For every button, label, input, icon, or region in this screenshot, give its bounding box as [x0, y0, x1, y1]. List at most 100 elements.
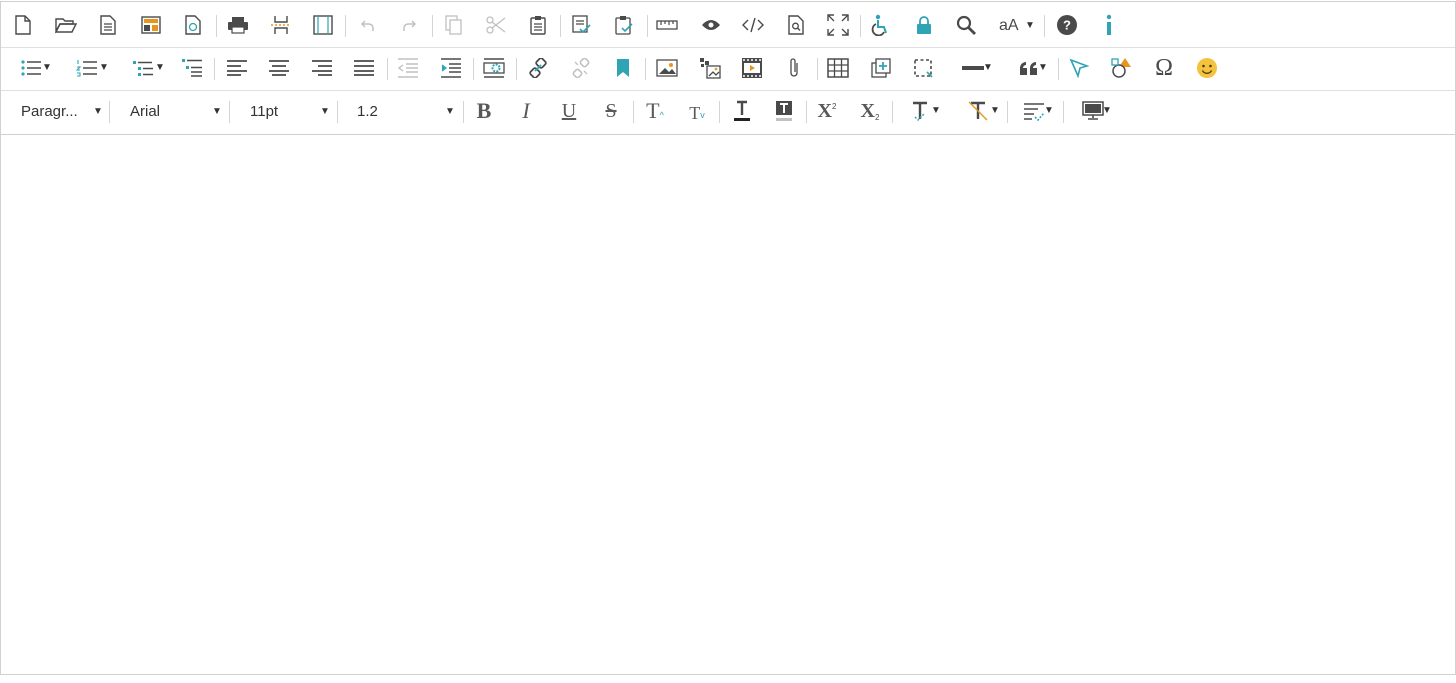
subscript-icon: X: [860, 99, 875, 122]
ruler-icon: [656, 20, 678, 30]
subscript-button[interactable]: X 2: [855, 96, 885, 126]
align-right-icon: [312, 60, 332, 76]
separator: [1044, 15, 1045, 37]
restore-draft-button[interactable]: [178, 10, 208, 40]
select-all-button[interactable]: [908, 53, 938, 83]
link-button[interactable]: [523, 53, 553, 83]
editor-content-area[interactable]: [2, 136, 1454, 674]
chevron-down-icon: ▼: [931, 105, 941, 116]
paste-button[interactable]: [523, 10, 553, 40]
underline-button[interactable]: U: [554, 96, 584, 126]
video-button[interactable]: [737, 53, 767, 83]
accessibility-button[interactable]: [866, 10, 896, 40]
bold-button[interactable]: B: [469, 96, 499, 126]
cut-button[interactable]: [481, 10, 511, 40]
chevron-down-icon: ▼: [1102, 105, 1112, 116]
paste-as-text-button[interactable]: [567, 10, 597, 40]
toolbar-row-2: ▼ ▼ ▼ ▼ ▼ Ω: [1, 47, 1455, 91]
paste-from-word-button[interactable]: [609, 10, 639, 40]
text-style-dropdown[interactable]: ▼: [900, 96, 941, 126]
folder-open-icon: [55, 18, 77, 34]
outline-list-button[interactable]: [177, 53, 207, 83]
page-break-button[interactable]: [266, 10, 296, 40]
document-button[interactable]: [93, 10, 123, 40]
image-gallery-button[interactable]: [695, 53, 725, 83]
template-button[interactable]: [136, 10, 166, 40]
special-character-button[interactable]: Ω: [1149, 53, 1179, 83]
separator: [647, 15, 648, 37]
chevron-down-small-icon: v: [700, 110, 705, 120]
fullscreen-button[interactable]: [823, 10, 853, 40]
info-button[interactable]: [1094, 10, 1124, 40]
format-select[interactable]: Paragr... ▼: [21, 90, 103, 133]
justify-button[interactable]: [349, 53, 379, 83]
lock-button[interactable]: [909, 10, 939, 40]
align-right-button[interactable]: [307, 53, 337, 83]
insert-frame-button[interactable]: [866, 53, 896, 83]
separator: [463, 101, 464, 123]
redo-button[interactable]: [394, 10, 424, 40]
paragraph-style-dropdown[interactable]: ▼: [1014, 96, 1054, 126]
italic-button[interactable]: I: [511, 96, 541, 126]
page-settings-button[interactable]: [479, 53, 509, 83]
attachment-button[interactable]: [779, 53, 809, 83]
indent-button[interactable]: [436, 53, 466, 83]
restore-draft-icon: [185, 15, 201, 35]
numbered-list-dropdown[interactable]: ▼: [65, 53, 109, 83]
help-button[interactable]: ?: [1052, 10, 1082, 40]
separator: [432, 15, 433, 37]
print-button[interactable]: [223, 10, 253, 40]
numbered-list-icon: [76, 60, 97, 77]
undo-button[interactable]: [353, 10, 383, 40]
emoji-icon: [1197, 58, 1217, 78]
text-color-button[interactable]: [727, 96, 757, 126]
clear-format-dropdown[interactable]: ▼: [957, 96, 1000, 126]
superscript-marker: 2: [832, 101, 837, 111]
align-center-button[interactable]: [264, 53, 294, 83]
increase-font-size-icon: T: [646, 98, 660, 123]
select-object-button[interactable]: [1064, 53, 1094, 83]
horizontal-rule-dropdown[interactable]: ▼: [952, 53, 994, 83]
image-button[interactable]: [652, 53, 682, 83]
separator: [560, 15, 561, 37]
table-icon: [827, 58, 849, 78]
new-document-button[interactable]: [8, 10, 38, 40]
superscript-button[interactable]: X 2: [812, 96, 842, 126]
unlink-button[interactable]: [566, 53, 596, 83]
line-height-select[interactable]: 1.2 ▼: [357, 90, 455, 133]
emoji-button[interactable]: [1192, 53, 1222, 83]
decrease-font-size-button[interactable]: T v: [682, 96, 712, 126]
increase-font-size-button[interactable]: T ^: [640, 96, 670, 126]
chevron-down-icon: ▼: [990, 105, 1000, 116]
bookmark-button[interactable]: [608, 53, 638, 83]
table-button[interactable]: [823, 53, 853, 83]
preview-button[interactable]: [696, 10, 726, 40]
source-code-button[interactable]: [738, 10, 768, 40]
page-settings-icon: [483, 58, 505, 78]
page-frame-button[interactable]: [308, 10, 338, 40]
blockquote-dropdown[interactable]: ▼: [1008, 53, 1050, 83]
multilevel-list-dropdown[interactable]: ▼: [121, 53, 165, 83]
shapes-button[interactable]: [1107, 53, 1137, 83]
align-left-button[interactable]: [222, 53, 252, 83]
device-preview-dropdown[interactable]: ▼: [1073, 96, 1113, 126]
copy-button[interactable]: [439, 10, 469, 40]
horizontal-rule-icon: [962, 66, 984, 70]
monitor-icon: [1082, 101, 1104, 120]
bullet-list-dropdown[interactable]: ▼: [10, 53, 52, 83]
fullscreen-icon: [827, 14, 849, 36]
font-family-select[interactable]: Arial ▼: [130, 90, 222, 133]
font-case-dropdown[interactable]: aA ▼: [999, 4, 1039, 47]
open-button[interactable]: [51, 10, 81, 40]
clear-format-icon: [968, 101, 988, 121]
find-in-page-button[interactable]: [781, 10, 811, 40]
strikethrough-button[interactable]: S: [596, 96, 626, 126]
outdent-button[interactable]: [393, 53, 423, 83]
background-color-button[interactable]: [769, 96, 799, 126]
chevron-down-icon: ▼: [212, 106, 222, 117]
separator: [337, 101, 338, 123]
font-size-select[interactable]: 11pt ▼: [250, 90, 330, 133]
ruler-button[interactable]: [652, 10, 682, 40]
search-button[interactable]: [951, 10, 981, 40]
separator: [1063, 101, 1064, 123]
